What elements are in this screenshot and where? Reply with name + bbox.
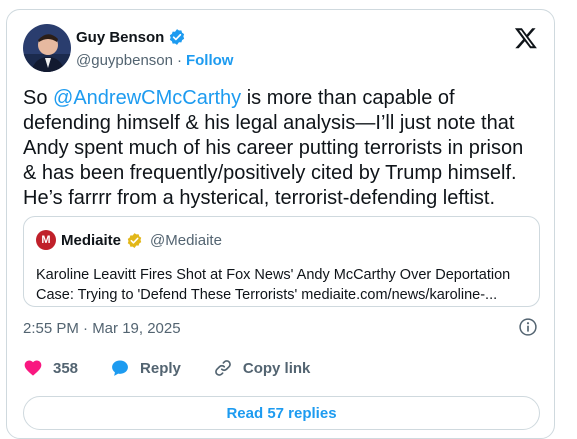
copy-link-label: Copy link: [242, 359, 311, 377]
quoted-line: Karoline Leavitt Fires Shot at Fox News'…: [36, 267, 511, 283]
heart-icon: [24, 360, 42, 376]
reply-bubble-icon: [112, 360, 128, 376]
tweet-text-fragment: is more than capable of: [241, 87, 455, 109]
read-replies-button[interactable]: Read 57 replies: [23, 396, 540, 430]
reply-label: Reply: [140, 359, 181, 377]
tweet-text-fragment: So: [23, 87, 54, 109]
info-icon[interactable]: [518, 317, 538, 337]
quoted-author-handle: @Mediaite: [150, 231, 222, 249]
quoted-avatar: M: [36, 230, 56, 250]
mention-link[interactable]: @AndrewCMcCarthy: [53, 87, 241, 109]
x-logo-icon[interactable]: [514, 26, 538, 50]
separator-dot: ·: [176, 52, 182, 69]
tweet-line: So @AndrewCMcCarthy is more than capable…: [23, 86, 543, 111]
reply-button[interactable]: Reply: [110, 358, 181, 378]
tweet-text: So @AndrewCMcCarthy is more than capable…: [23, 86, 543, 211]
timestamp[interactable]: 2:55 PM · Mar 19, 2025: [23, 320, 181, 337]
like-count: 358: [53, 359, 79, 377]
author-handle[interactable]: @guypbenson: [76, 52, 173, 69]
tweet-line: & has been frequently/positively cited b…: [23, 162, 517, 184]
link-icon: [215, 360, 231, 376]
copy-link-button[interactable]: Copy link: [213, 358, 311, 378]
like-button[interactable]: 358: [23, 358, 78, 378]
quoted-tweet[interactable]: M Mediaite @Mediaite Karoline Leavitt Fi…: [23, 216, 540, 307]
author-handle-row: @guypbenson · Follow: [76, 52, 233, 69]
quoted-line: Case: Trying to 'Defend These Terrorists…: [36, 287, 498, 303]
action-bar: 358 Reply Copy link: [23, 358, 342, 378]
tweet-line: defending himself & his legal analysis—I…: [23, 112, 515, 134]
gold-verified-badge-icon: [127, 232, 142, 248]
avatar[interactable]: [23, 24, 71, 72]
tweet-card: Guy Benson @guypbenson · Follow So @Andr…: [6, 9, 555, 439]
follow-button[interactable]: Follow: [186, 52, 234, 69]
author-name-row: Guy Benson: [76, 28, 186, 46]
quoted-author-name: Mediaite: [61, 231, 122, 249]
verified-badge-icon: [170, 29, 185, 45]
author-name[interactable]: Guy Benson: [76, 29, 164, 46]
quoted-tweet-header: M Mediaite @Mediaite: [36, 230, 222, 250]
tweet-line: Andy spent much of his career putting te…: [23, 137, 524, 159]
tweet-line: He’s farrrr from a hysterical, terrorist…: [23, 187, 496, 209]
quoted-tweet-text: Karoline Leavitt Fires Shot at Fox News'…: [36, 265, 531, 305]
